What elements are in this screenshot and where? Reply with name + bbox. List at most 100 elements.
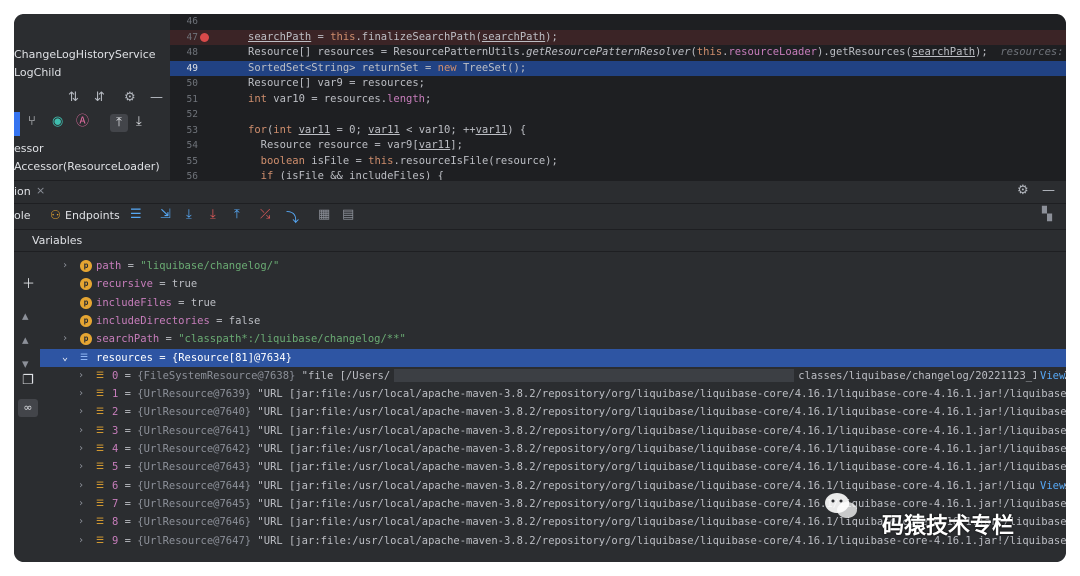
step-out-icon[interactable]: ⤒ (234, 207, 240, 222)
tab-endpoints[interactable]: Endpoints (65, 209, 120, 222)
collapse-all-icon[interactable]: ⇵ (94, 88, 105, 108)
copy-icon[interactable]: ❐ (22, 373, 34, 388)
object-icon: ☰ (96, 480, 105, 491)
run-to-cursor-icon[interactable]: ⤵ (286, 207, 299, 226)
resource-item-row[interactable]: › ☰ 1 = {UrlResource@7639} "URL [jar:file:… (40, 385, 1066, 403)
code-editor[interactable]: 46 47 searchPath = this.finalizeSearchPat… (170, 14, 1066, 180)
resource-type: {UrlResource@7645} (137, 497, 252, 510)
object-icon: ☰ (96, 407, 105, 418)
equals-sign: = (118, 534, 138, 547)
layout-icon[interactable]: ▤ (342, 207, 354, 222)
equals-sign: = (118, 497, 138, 510)
variable-row-selected[interactable]: ⌄ ☰ resources = {Resource[81]@7634} (40, 348, 1066, 367)
resource-type: {UrlResource@7647} (137, 534, 252, 547)
chevron-right-icon[interactable]: › (76, 458, 86, 476)
step-into-icon[interactable]: ⤓ (210, 207, 216, 222)
parameter-icon: p (80, 296, 92, 309)
resource-type: {UrlResource@7639} (137, 388, 252, 401)
up-icon[interactable]: ▴ (22, 309, 29, 324)
breakpoint-icon[interactable] (200, 32, 209, 42)
resource-item-row[interactable]: › ☰ 0 = {FileSystemResource@7638} "file [/… (40, 366, 1066, 386)
parameter-icon: p (80, 278, 92, 291)
resource-item-text: 2 = {UrlResource@7640} "URL [jar:file:/u… (112, 403, 1066, 421)
add-watch-icon[interactable]: ＋ (22, 273, 35, 292)
drop-frame-icon[interactable]: ⤰ (260, 207, 270, 222)
evaluate-expression-icon[interactable]: ▦ (318, 207, 330, 222)
up-icon[interactable]: ▴ (22, 333, 29, 348)
chevron-right-icon[interactable]: › (76, 422, 86, 440)
scroll-from-source-icon[interactable]: ⤓ (136, 112, 142, 132)
minimize-icon[interactable]: — (150, 88, 163, 108)
resource-value: "URL [jar:file:/usr/local/apache-maven-3… (257, 443, 1066, 455)
tab-console[interactable]: ole (14, 209, 31, 222)
object-icon: ☰ (96, 389, 105, 400)
chevron-right-icon[interactable]: › (76, 403, 86, 421)
show-watches-icon[interactable]: ∞ (18, 399, 38, 417)
project-toolbar: ⇅ ⇵ ⚙ — (14, 88, 170, 108)
endpoints-icon: ⚇ (50, 208, 61, 222)
resource-item-text: 4 = {UrlResource@7642} "URL [jar:file:/u… (112, 440, 1066, 458)
menu-icon[interactable]: ☰ (130, 207, 142, 222)
lambda-icon[interactable]: Ⓐ (76, 112, 89, 132)
resource-item-text: 1 = {UrlResource@7639} "URL [jar:file:/u… (112, 385, 1066, 403)
equals-sign: = (118, 369, 138, 382)
chevron-right-icon[interactable]: › (60, 257, 70, 275)
variable-row[interactable]: › p path = "liquibase/changelog/" (40, 257, 1066, 275)
variable-row[interactable]: p includeDirectories = false (40, 312, 1066, 330)
resource-value: "URL [jar:file:/usr/local/apache-maven-3… (257, 461, 1066, 474)
chevron-right-icon[interactable]: › (76, 495, 86, 513)
code-line: 53 for(int var11 = 0; var11 < var10; ++va… (186, 123, 527, 136)
resource-item-text: 3 = {UrlResource@7641} "URL [jar:file:/u… (112, 422, 1066, 440)
code-line: 54 Resource resource = var9[var11]; (186, 139, 463, 151)
gear-icon[interactable]: ⚙ (1017, 183, 1029, 198)
code-line: 50 Resource[] var9 = resources; (186, 77, 426, 89)
resource-type: {UrlResource@7642} (137, 443, 252, 455)
chevron-right-icon[interactable]: › (60, 330, 70, 348)
chevron-right-icon[interactable]: › (76, 367, 86, 385)
equals-sign: = (118, 388, 138, 401)
down-icon[interactable]: ▾ (22, 357, 29, 372)
chevron-right-icon[interactable]: › (76, 477, 86, 495)
close-tab-icon[interactable]: × (36, 184, 45, 197)
chevron-right-icon[interactable]: › (76, 385, 86, 403)
resource-value: "file [/Users/ (301, 369, 391, 382)
gear-icon[interactable]: ⚙ (124, 88, 136, 108)
resource-value-tail: classes/liquibase/changelog/20221123_174… (798, 369, 1066, 382)
object-icon: ☰ (96, 517, 105, 528)
resource-type: {UrlResource@7644} (137, 479, 252, 492)
expand-all-icon[interactable]: ⇅ (68, 88, 79, 108)
project-tree-item[interactable]: ChangeLogHistoryService (14, 48, 156, 61)
view-link[interactable]: View (1036, 366, 1066, 386)
resource-type: {UrlResource@7646} (137, 516, 252, 529)
chevron-right-icon[interactable]: › (76, 440, 86, 458)
minimize-icon[interactable]: — (1042, 183, 1055, 198)
resource-value: "URL [jar:file:/usr/local/apache-maven-3… (257, 424, 1066, 437)
resource-item-row[interactable]: › ☰ 5 = {UrlResource@7643} "URL [jar:file:… (40, 458, 1066, 476)
object-icon: ☰ (96, 498, 105, 509)
code-line: 56 if (isFile && includeFiles) { (186, 170, 444, 180)
chevron-down-icon[interactable]: ⌄ (60, 349, 70, 367)
watermark: 码猿技术专栏 (824, 484, 1064, 562)
chevron-right-icon[interactable]: › (76, 532, 86, 550)
object-icon: ☰ (96, 444, 105, 454)
hierarchy-icon[interactable]: ⑂ (28, 112, 36, 132)
variables-header: Variables (14, 229, 1066, 252)
variable-row[interactable]: › p searchPath = "classpath*:/liquibase/… (40, 330, 1066, 348)
project-tree-item[interactable]: LogChild (14, 66, 61, 79)
resource-item-row[interactable]: › ☰ 3 = {UrlResource@7641} "URL [jar:file:… (40, 422, 1066, 440)
chevron-right-icon[interactable]: › (76, 513, 86, 531)
object-icon: ☰ (96, 535, 105, 546)
code-line: 46 (186, 16, 198, 27)
structure-item[interactable]: essor (14, 142, 43, 155)
variable-row[interactable]: p recursive = true (40, 275, 1066, 293)
resource-item-row[interactable]: › ☰ 4 = {UrlResource@7642} "URL [jar:file:… (40, 440, 1066, 458)
resource-item-row[interactable]: › ☰ 2 = {UrlResource@7640} "URL [jar:file:… (40, 403, 1066, 421)
circle-icon[interactable]: ◉ (52, 112, 63, 132)
step-over-icon[interactable]: ⤓ (186, 207, 192, 222)
show-execution-point-icon[interactable]: ⇲ (160, 207, 171, 222)
variable-row[interactable]: p includeFiles = true (40, 294, 1066, 312)
restore-layout-icon[interactable]: ▚ (1042, 207, 1052, 222)
code-line: 51 int var10 = resources.length; (186, 92, 432, 105)
scroll-to-top-icon[interactable]: ⤒ (110, 114, 128, 132)
structure-item[interactable]: Accessor(ResourceLoader) (14, 160, 160, 173)
